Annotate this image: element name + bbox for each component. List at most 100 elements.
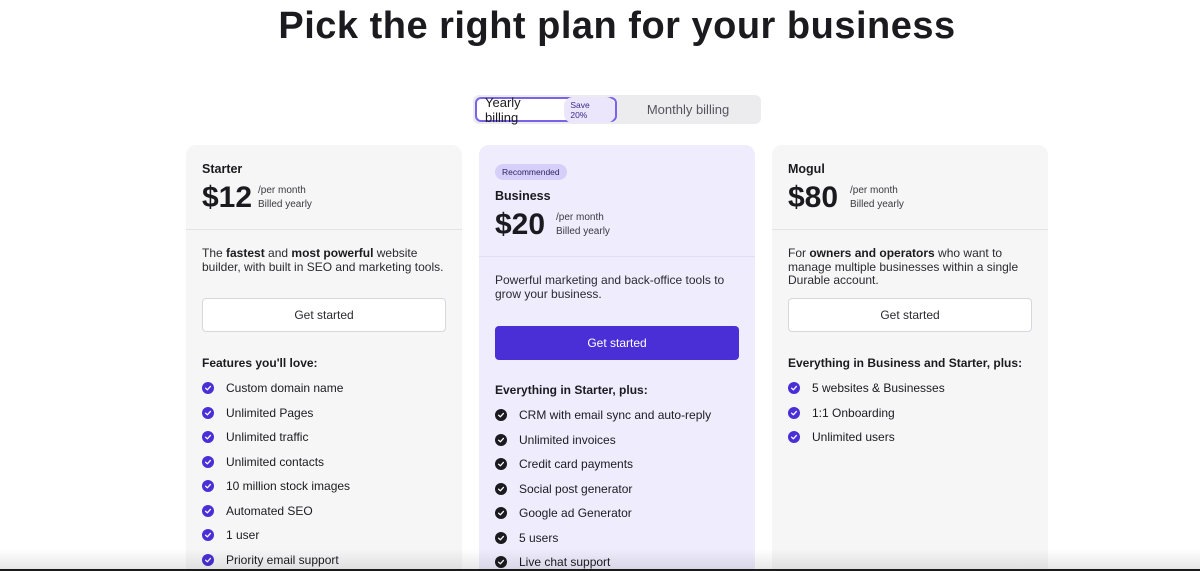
desc-text: For — [788, 246, 810, 260]
check-icon — [495, 433, 507, 446]
feature-item: Unlimited contacts — [202, 450, 350, 475]
feature-label: 1:1 Onboarding — [812, 405, 895, 420]
feature-label: Credit card payments — [519, 457, 634, 472]
feature-item: 10 million stock images — [202, 474, 350, 499]
feature-list: CRM with email sync and auto-reply Unlim… — [495, 403, 711, 571]
plan-name: Business — [495, 189, 551, 203]
check-icon — [202, 529, 214, 542]
feature-item: Custom domain name — [202, 376, 350, 401]
feature-item: Credit card payments — [495, 452, 711, 477]
billing-toggle: Yearly billing Save 20% Monthly billing — [473, 94, 761, 125]
feature-item: Unlimited Pages — [202, 401, 350, 426]
feature-item: Automated SEO — [202, 499, 350, 524]
plan-name: Mogul — [788, 162, 825, 176]
desc-text: and — [264, 246, 292, 260]
check-icon — [202, 406, 214, 419]
desc-text: The — [202, 246, 227, 260]
billing-note: Billed yearly — [258, 198, 312, 210]
feature-list: Custom domain name Unlimited Pages Unlim… — [202, 376, 350, 571]
check-icon — [495, 507, 507, 520]
check-icon — [202, 504, 214, 517]
feature-item: Priority email support — [202, 548, 350, 571]
feature-item: Unlimited users — [788, 425, 945, 450]
check-icon — [202, 553, 214, 566]
feature-label: Live chat support — [519, 555, 611, 570]
plan-name: Starter — [202, 162, 243, 176]
features-heading: Features you'll love: — [202, 356, 318, 370]
page-title: Pick the right plan for your business — [278, 5, 956, 47]
feature-label: 1 user — [226, 528, 260, 543]
billing-note: Billed yearly — [850, 198, 904, 210]
check-icon — [202, 455, 214, 468]
plan-price: $12 — [202, 181, 253, 214]
check-icon — [495, 482, 507, 495]
billing-note: Billed yearly — [556, 225, 610, 237]
feature-item: Google ad Generator — [495, 501, 711, 526]
price-meta: /per month Billed yearly — [850, 184, 904, 211]
feature-item: 1 user — [202, 523, 350, 548]
price-meta: /per month Billed yearly — [556, 211, 610, 238]
price-period: /per month — [258, 185, 306, 196]
feature-item: 5 users — [495, 526, 711, 551]
get-started-button[interactable]: Get started — [495, 326, 739, 360]
plan-price: $20 — [495, 208, 546, 241]
feature-list: 5 websites & Businesses 1:1 Onboarding U… — [788, 376, 945, 450]
check-icon — [202, 480, 214, 493]
check-icon — [495, 458, 507, 471]
recommended-badge: Recommended — [495, 164, 567, 180]
feature-item: 1:1 Onboarding — [788, 401, 945, 426]
yearly-billing-label: Yearly billing — [485, 94, 521, 125]
plan-header: Recommended Business $20 /per month Bill… — [479, 145, 755, 257]
check-icon — [788, 431, 800, 444]
monthly-billing-option[interactable]: Monthly billing — [617, 97, 759, 122]
feature-label: CRM with email sync and auto-reply — [519, 408, 712, 423]
feature-label: Unlimited contacts — [226, 454, 325, 469]
plan-description: For owners and operators who want to man… — [788, 246, 1038, 288]
feature-item: Social post generator — [495, 477, 711, 502]
save-badge: Save 20% — [564, 96, 615, 123]
desc-emphasis: most powerful — [291, 246, 374, 260]
feature-item: 5 websites & Businesses — [788, 376, 945, 401]
price-meta: /per month Billed yearly — [258, 184, 312, 211]
feature-label: Social post generator — [519, 481, 633, 496]
feature-item: Live chat support — [495, 550, 711, 571]
feature-item: Unlimited traffic — [202, 425, 350, 450]
feature-label: Custom domain name — [226, 381, 344, 396]
plan-description: Powerful marketing and back-office tools… — [495, 273, 725, 301]
feature-label: Priority email support — [226, 552, 339, 567]
feature-label: 5 websites & Businesses — [812, 381, 945, 396]
check-icon — [495, 409, 507, 422]
yearly-billing-option[interactable]: Yearly billing Save 20% — [475, 94, 617, 125]
feature-label: 5 users — [519, 530, 559, 545]
features-heading: Everything in Starter, plus: — [495, 383, 648, 397]
feature-label: Google ad Generator — [519, 506, 632, 521]
feature-item: CRM with email sync and auto-reply — [495, 403, 711, 428]
desc-emphasis: fastest — [226, 246, 265, 260]
plan-price: $80 — [788, 181, 839, 214]
feature-label: Unlimited users — [812, 430, 895, 445]
feature-item: Unlimited invoices — [495, 428, 711, 453]
desc-emphasis: owners and operators — [809, 246, 935, 260]
check-icon — [788, 382, 800, 395]
check-icon — [202, 382, 214, 395]
feature-label: Automated SEO — [226, 503, 313, 518]
feature-label: 10 million stock images — [226, 479, 351, 494]
feature-label: Unlimited invoices — [519, 432, 616, 447]
check-icon — [495, 531, 507, 544]
check-icon — [495, 556, 507, 569]
plan-card-mogul: Mogul $80 /per month Billed yearly For o… — [772, 145, 1048, 571]
feature-label: Unlimited traffic — [226, 430, 309, 445]
plan-header: Starter $12 /per month Billed yearly — [186, 145, 462, 230]
get-started-button[interactable]: Get started — [202, 298, 446, 332]
price-period: /per month — [556, 212, 604, 223]
features-heading: Everything in Business and Starter, plus… — [788, 356, 1023, 370]
plan-description: The fastest and most powerful website bu… — [202, 246, 452, 274]
get-started-button[interactable]: Get started — [788, 298, 1032, 332]
check-icon — [788, 406, 800, 419]
feature-label: Unlimited Pages — [226, 405, 314, 420]
plan-card-starter: Starter $12 /per month Billed yearly The… — [186, 145, 462, 571]
price-period: /per month — [850, 185, 898, 196]
check-icon — [202, 431, 214, 444]
plan-header: Mogul $80 /per month Billed yearly — [772, 145, 1048, 230]
plan-card-business: Recommended Business $20 /per month Bill… — [479, 145, 755, 571]
